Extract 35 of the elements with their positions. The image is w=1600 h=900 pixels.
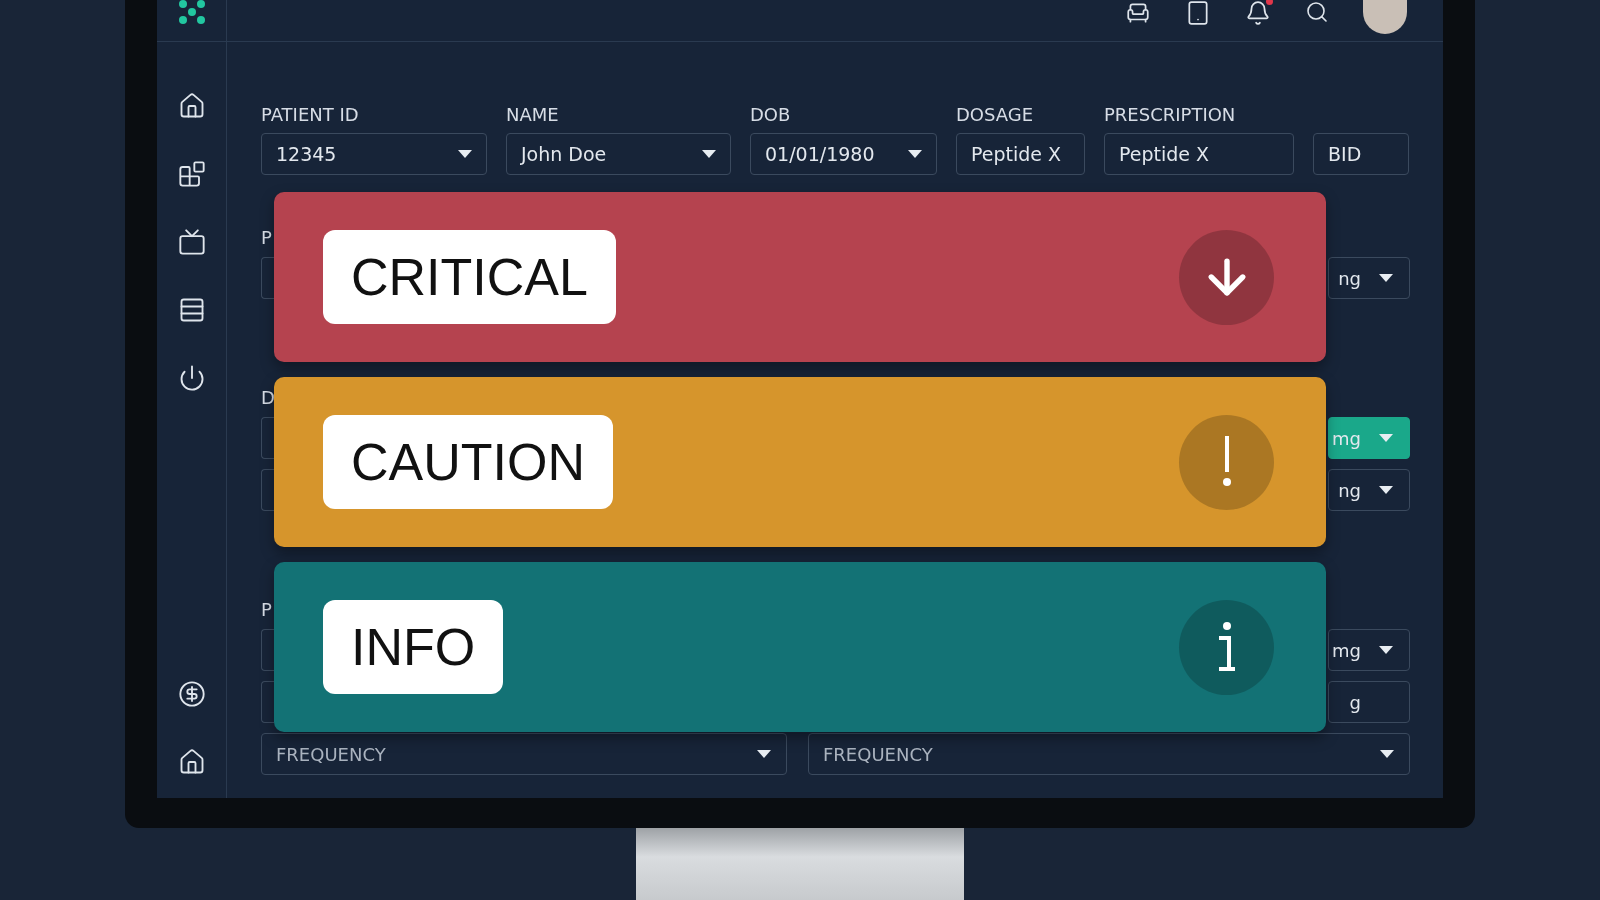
dollar-icon[interactable] — [177, 680, 206, 708]
field-label: PATIENT ID — [261, 104, 360, 125]
dropdown[interactable]: FREQUENCY — [808, 733, 1410, 775]
field-label: DOSAGE — [956, 104, 1035, 125]
avatar[interactable] — [1363, 0, 1407, 34]
dropdown[interactable]: ng — [1328, 257, 1410, 299]
dropdown[interactable]: ng — [1328, 469, 1410, 511]
input-field[interactable]: Peptide X — [956, 133, 1085, 175]
dropdown[interactable]: John Doe — [506, 133, 731, 175]
field-label: DOB — [750, 104, 792, 125]
exclamation-icon — [1221, 436, 1232, 488]
field-label: NAME — [506, 104, 560, 125]
search-icon[interactable] — [1305, 0, 1329, 24]
tablet-icon[interactable] — [1185, 0, 1211, 26]
dropdown[interactable]: mg — [1328, 629, 1410, 671]
caret-icon — [1380, 750, 1394, 758]
dropdown[interactable]: FREQUENCY — [261, 733, 787, 775]
field-label: P — [261, 227, 273, 247]
alert-label: CRITICAL — [323, 230, 616, 324]
dropdown[interactable]: 01/01/1980 — [750, 133, 937, 175]
alert-label: INFO — [323, 600, 504, 694]
input-field[interactable]: Peptide X — [1104, 133, 1294, 175]
caret-icon — [757, 750, 771, 758]
screen-icon[interactable] — [177, 228, 206, 256]
field-label: P — [261, 599, 273, 619]
logo-icon — [176, 0, 207, 24]
dropdown[interactable]: 12345 — [261, 133, 487, 175]
alert-label: CAUTION — [323, 415, 613, 509]
blocks-icon[interactable] — [177, 160, 206, 188]
notification-icon[interactable] — [1245, 0, 1271, 26]
field-label: D — [261, 387, 276, 407]
chair-icon[interactable] — [1125, 0, 1151, 26]
input-field[interactable]: BID — [1313, 133, 1409, 175]
field-label: PRESCRIPTION — [1104, 104, 1237, 125]
input-field[interactable]: g — [1328, 681, 1410, 723]
